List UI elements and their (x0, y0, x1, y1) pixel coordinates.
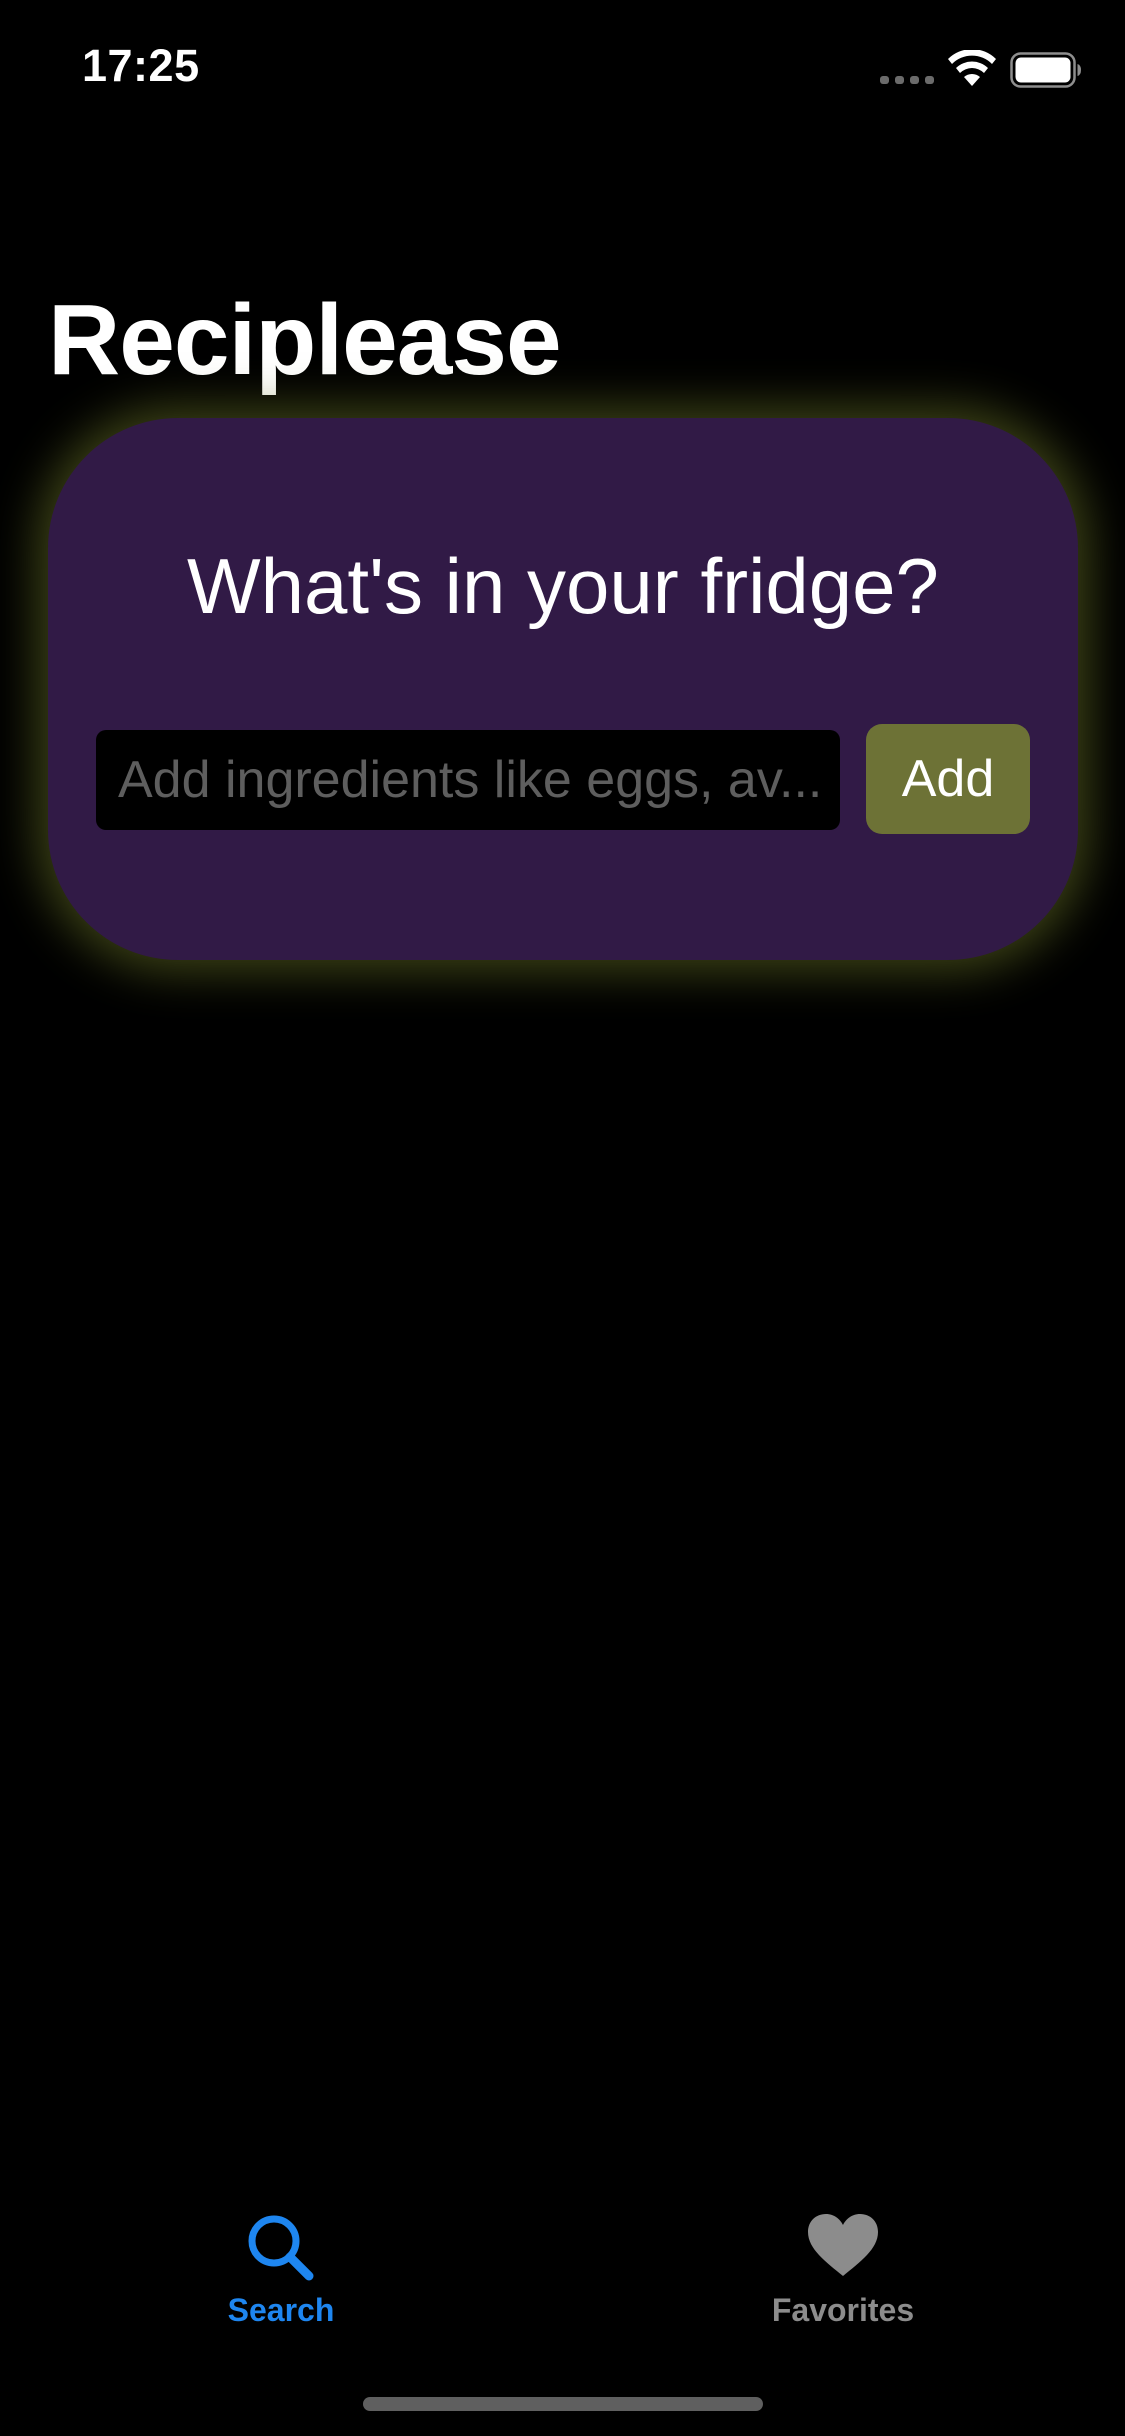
add-button[interactable]: Add (866, 724, 1030, 834)
card-heading: What's in your fridge? (187, 542, 939, 630)
home-indicator[interactable] (363, 2397, 763, 2411)
tab-search-label: Search (227, 2292, 335, 2328)
search-card: What's in your fridge? Add (48, 418, 1078, 960)
tab-bar: Search Favorites (0, 2180, 1125, 2370)
heart-icon (808, 2214, 878, 2276)
tab-favorites[interactable]: Favorites (693, 2180, 993, 2350)
wifi-icon (948, 50, 996, 86)
battery-icon (1010, 52, 1081, 88)
tab-favorites-label: Favorites (771, 2292, 915, 2328)
ingredient-input[interactable] (96, 730, 840, 830)
tab-search[interactable]: Search (131, 2180, 431, 2350)
search-icon (248, 2215, 314, 2281)
status-time: 17:25 (82, 40, 200, 91)
status-bar: 17:25 (0, 0, 1125, 140)
cellular-signal-icon (880, 76, 934, 84)
page-title: Reciplease (48, 284, 562, 396)
